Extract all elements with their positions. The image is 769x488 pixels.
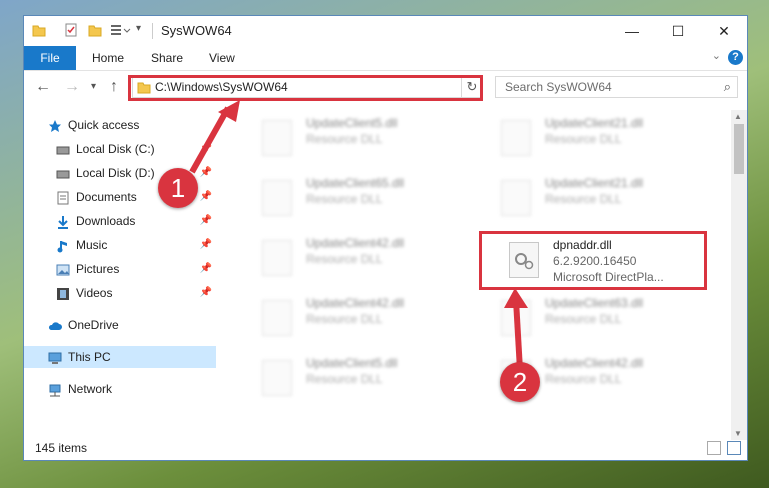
arrow-head-2 — [504, 288, 528, 308]
step-2-badge: 2 — [500, 362, 540, 402]
annotation-arrows — [189, 100, 528, 371]
arrow-line-1 — [189, 106, 231, 174]
step-1-badge: 1 — [158, 168, 198, 208]
arrow-line-2 — [513, 299, 523, 371]
